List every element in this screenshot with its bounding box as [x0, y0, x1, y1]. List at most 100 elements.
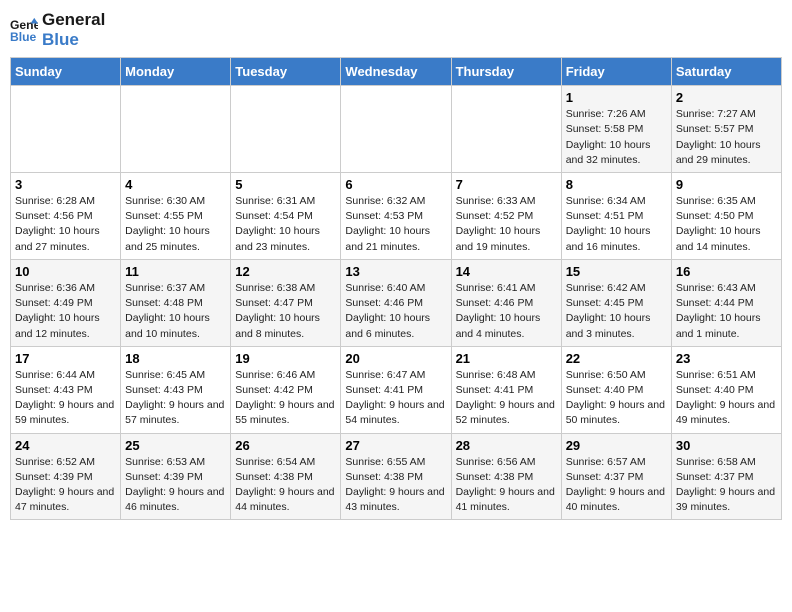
- calendar-cell: 22 Sunrise: 6:50 AM Sunset: 4:40 PM Dayli…: [561, 346, 671, 433]
- day-info: Sunrise: 6:46 AM Sunset: 4:42 PM Dayligh…: [235, 368, 336, 429]
- weekday-header: Sunday: [11, 58, 121, 86]
- calendar-cell: 27 Sunrise: 6:55 AM Sunset: 4:38 PM Dayli…: [341, 433, 451, 520]
- day-info: Sunrise: 6:41 AM Sunset: 4:46 PM Dayligh…: [456, 281, 557, 342]
- calendar-week-row: 24 Sunrise: 6:52 AM Sunset: 4:39 PM Dayli…: [11, 433, 782, 520]
- day-number: 16: [676, 264, 777, 279]
- day-info: Sunrise: 6:35 AM Sunset: 4:50 PM Dayligh…: [676, 194, 777, 255]
- day-number: 21: [456, 351, 557, 366]
- day-info: Sunrise: 6:51 AM Sunset: 4:40 PM Dayligh…: [676, 368, 777, 429]
- day-number: 28: [456, 438, 557, 453]
- day-info: Sunrise: 6:58 AM Sunset: 4:37 PM Dayligh…: [676, 455, 777, 516]
- day-number: 9: [676, 177, 777, 192]
- day-number: 24: [15, 438, 116, 453]
- day-number: 23: [676, 351, 777, 366]
- calendar-cell: [231, 86, 341, 173]
- header: General Blue General Blue: [10, 10, 782, 49]
- calendar-cell: 17 Sunrise: 6:44 AM Sunset: 4:43 PM Dayli…: [11, 346, 121, 433]
- day-number: 26: [235, 438, 336, 453]
- day-info: Sunrise: 6:31 AM Sunset: 4:54 PM Dayligh…: [235, 194, 336, 255]
- day-number: 10: [15, 264, 116, 279]
- day-number: 27: [345, 438, 446, 453]
- day-info: Sunrise: 7:27 AM Sunset: 5:57 PM Dayligh…: [676, 107, 777, 168]
- calendar-cell: 5Sunrise: 6:31 AM Sunset: 4:54 PM Daylig…: [231, 172, 341, 259]
- day-info: Sunrise: 6:34 AM Sunset: 4:51 PM Dayligh…: [566, 194, 667, 255]
- day-number: 12: [235, 264, 336, 279]
- calendar-cell: 28 Sunrise: 6:56 AM Sunset: 4:38 PM Dayli…: [451, 433, 561, 520]
- calendar-cell: 6Sunrise: 6:32 AM Sunset: 4:53 PM Daylig…: [341, 172, 451, 259]
- day-info: Sunrise: 6:56 AM Sunset: 4:38 PM Dayligh…: [456, 455, 557, 516]
- day-info: Sunrise: 6:57 AM Sunset: 4:37 PM Dayligh…: [566, 455, 667, 516]
- day-info: Sunrise: 6:37 AM Sunset: 4:48 PM Dayligh…: [125, 281, 226, 342]
- day-info: Sunrise: 6:45 AM Sunset: 4:43 PM Dayligh…: [125, 368, 226, 429]
- calendar-cell: 4Sunrise: 6:30 AM Sunset: 4:55 PM Daylig…: [121, 172, 231, 259]
- calendar-cell: 30 Sunrise: 6:58 AM Sunset: 4:37 PM Dayli…: [671, 433, 781, 520]
- day-info: Sunrise: 6:53 AM Sunset: 4:39 PM Dayligh…: [125, 455, 226, 516]
- day-number: 15: [566, 264, 667, 279]
- day-number: 14: [456, 264, 557, 279]
- calendar-cell: 29 Sunrise: 6:57 AM Sunset: 4:37 PM Dayli…: [561, 433, 671, 520]
- day-number: 7: [456, 177, 557, 192]
- day-number: 30: [676, 438, 777, 453]
- calendar-cell: [451, 86, 561, 173]
- calendar-week-row: 17 Sunrise: 6:44 AM Sunset: 4:43 PM Dayli…: [11, 346, 782, 433]
- day-number: 6: [345, 177, 446, 192]
- logo-icon: General Blue: [10, 16, 38, 44]
- day-number: 22: [566, 351, 667, 366]
- calendar-week-row: 1 Sunrise: 7:26 AM Sunset: 5:58 PM Daylig…: [11, 86, 782, 173]
- day-info: Sunrise: 6:50 AM Sunset: 4:40 PM Dayligh…: [566, 368, 667, 429]
- day-info: Sunrise: 6:40 AM Sunset: 4:46 PM Dayligh…: [345, 281, 446, 342]
- calendar-cell: [121, 86, 231, 173]
- day-info: Sunrise: 6:48 AM Sunset: 4:41 PM Dayligh…: [456, 368, 557, 429]
- weekday-header: Wednesday: [341, 58, 451, 86]
- weekday-header: Monday: [121, 58, 231, 86]
- day-number: 20: [345, 351, 446, 366]
- calendar-cell: 13 Sunrise: 6:40 AM Sunset: 4:46 PM Dayli…: [341, 259, 451, 346]
- calendar-cell: 8 Sunrise: 6:34 AM Sunset: 4:51 PM Daylig…: [561, 172, 671, 259]
- calendar-cell: 11 Sunrise: 6:37 AM Sunset: 4:48 PM Dayli…: [121, 259, 231, 346]
- weekday-header: Thursday: [451, 58, 561, 86]
- logo: General Blue General Blue: [10, 10, 105, 49]
- calendar-cell: [341, 86, 451, 173]
- calendar-cell: 19 Sunrise: 6:46 AM Sunset: 4:42 PM Dayli…: [231, 346, 341, 433]
- day-info: Sunrise: 6:52 AM Sunset: 4:39 PM Dayligh…: [15, 455, 116, 516]
- day-number: 8: [566, 177, 667, 192]
- day-number: 19: [235, 351, 336, 366]
- day-number: 2: [676, 90, 777, 105]
- calendar-cell: [11, 86, 121, 173]
- day-info: Sunrise: 6:36 AM Sunset: 4:49 PM Dayligh…: [15, 281, 116, 342]
- calendar-header-row: SundayMondayTuesdayWednesdayThursdayFrid…: [11, 58, 782, 86]
- calendar-week-row: 3 Sunrise: 6:28 AM Sunset: 4:56 PM Daylig…: [11, 172, 782, 259]
- day-info: Sunrise: 6:47 AM Sunset: 4:41 PM Dayligh…: [345, 368, 446, 429]
- day-number: 17: [15, 351, 116, 366]
- calendar-table: SundayMondayTuesdayWednesdayThursdayFrid…: [10, 57, 782, 520]
- day-number: 13: [345, 264, 446, 279]
- day-number: 3: [15, 177, 116, 192]
- day-number: 11: [125, 264, 226, 279]
- calendar-cell: 23 Sunrise: 6:51 AM Sunset: 4:40 PM Dayli…: [671, 346, 781, 433]
- calendar-week-row: 10 Sunrise: 6:36 AM Sunset: 4:49 PM Dayli…: [11, 259, 782, 346]
- day-info: Sunrise: 6:44 AM Sunset: 4:43 PM Dayligh…: [15, 368, 116, 429]
- calendar-cell: 12Sunrise: 6:38 AM Sunset: 4:47 PM Dayli…: [231, 259, 341, 346]
- day-number: 1: [566, 90, 667, 105]
- calendar-cell: 20 Sunrise: 6:47 AM Sunset: 4:41 PM Dayli…: [341, 346, 451, 433]
- calendar-cell: 15 Sunrise: 6:42 AM Sunset: 4:45 PM Dayli…: [561, 259, 671, 346]
- day-info: Sunrise: 6:54 AM Sunset: 4:38 PM Dayligh…: [235, 455, 336, 516]
- calendar-cell: 1 Sunrise: 7:26 AM Sunset: 5:58 PM Daylig…: [561, 86, 671, 173]
- day-number: 29: [566, 438, 667, 453]
- calendar-cell: 10 Sunrise: 6:36 AM Sunset: 4:49 PM Dayli…: [11, 259, 121, 346]
- day-info: Sunrise: 6:33 AM Sunset: 4:52 PM Dayligh…: [456, 194, 557, 255]
- day-info: Sunrise: 6:55 AM Sunset: 4:38 PM Dayligh…: [345, 455, 446, 516]
- weekday-header: Saturday: [671, 58, 781, 86]
- day-info: Sunrise: 6:28 AM Sunset: 4:56 PM Dayligh…: [15, 194, 116, 255]
- day-info: Sunrise: 6:42 AM Sunset: 4:45 PM Dayligh…: [566, 281, 667, 342]
- calendar-cell: 24 Sunrise: 6:52 AM Sunset: 4:39 PM Dayli…: [11, 433, 121, 520]
- calendar-cell: 3 Sunrise: 6:28 AM Sunset: 4:56 PM Daylig…: [11, 172, 121, 259]
- day-number: 4: [125, 177, 226, 192]
- day-info: Sunrise: 6:43 AM Sunset: 4:44 PM Dayligh…: [676, 281, 777, 342]
- calendar-cell: 18 Sunrise: 6:45 AM Sunset: 4:43 PM Dayli…: [121, 346, 231, 433]
- calendar-cell: 25 Sunrise: 6:53 AM Sunset: 4:39 PM Dayli…: [121, 433, 231, 520]
- calendar-cell: 26 Sunrise: 6:54 AM Sunset: 4:38 PM Dayli…: [231, 433, 341, 520]
- day-number: 18: [125, 351, 226, 366]
- day-number: 25: [125, 438, 226, 453]
- day-info: Sunrise: 7:26 AM Sunset: 5:58 PM Dayligh…: [566, 107, 667, 168]
